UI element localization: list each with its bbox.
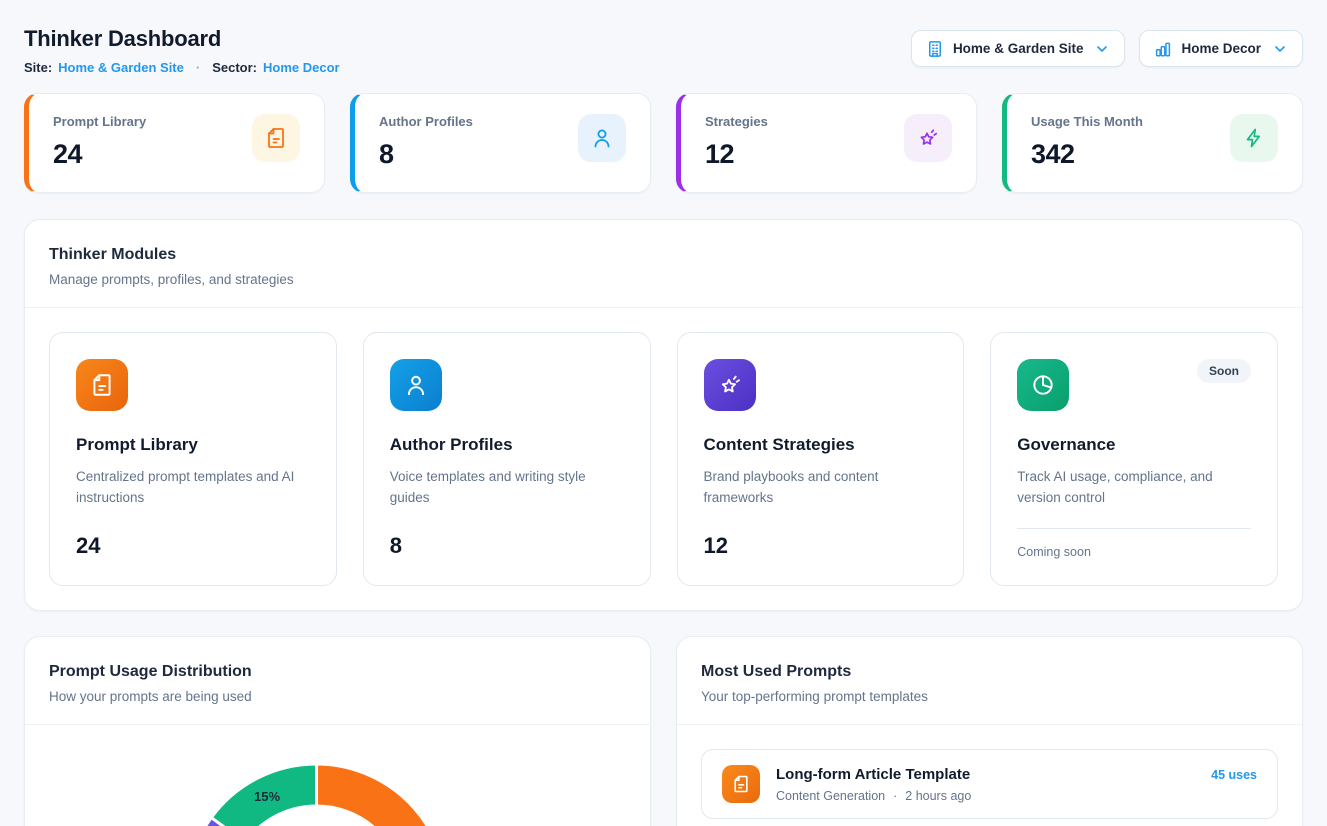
donut-segment-label: 15% (254, 789, 280, 804)
usage-panel-title: Prompt Usage Distribution (49, 663, 626, 681)
document-icon (76, 359, 128, 411)
module-card-author-profiles[interactable]: Author Profiles Voice templates and writ… (363, 332, 651, 586)
most-used-prompts-panel: Most Used Prompts Your top-performing pr… (676, 636, 1303, 826)
document-icon (252, 114, 300, 162)
thinker-modules-panel: Thinker Modules Manage prompts, profiles… (24, 219, 1303, 611)
module-card-content-strategies[interactable]: Content Strategies Brand playbooks and c… (677, 332, 965, 586)
modules-header: Thinker Modules Manage prompts, profiles… (25, 220, 1302, 308)
stat-label: Prompt Library (53, 114, 146, 129)
stat-value: 12 (705, 139, 768, 170)
modules-subtitle: Manage prompts, profiles, and strategies (49, 272, 1278, 287)
donut-segment (317, 764, 447, 826)
prompts-panel-header: Most Used Prompts Your top-performing pr… (677, 637, 1302, 725)
module-count: 24 (76, 533, 310, 559)
sector-selector-button[interactable]: Home Decor (1139, 30, 1303, 67)
sparkle-star-icon (904, 114, 952, 162)
stat-card-usage: Usage This Month 342 (1002, 93, 1303, 193)
prompt-title: Long-form Article Template (776, 766, 1195, 783)
header-left: Thinker Dashboard Site: Home & Garden Si… (24, 24, 340, 75)
usage-distribution-panel: Prompt Usage Distribution How your promp… (24, 636, 651, 826)
stat-card-strategies: Strategies 12 (676, 93, 977, 193)
module-title: Author Profiles (390, 435, 624, 455)
pie-chart-icon (1017, 359, 1069, 411)
site-selector-label: Home & Garden Site (953, 41, 1084, 56)
stat-card-author-profiles: Author Profiles 8 (350, 93, 651, 193)
stat-value: 342 (1031, 139, 1143, 170)
site-link[interactable]: Home & Garden Site (58, 60, 184, 75)
module-description: Track AI usage, compliance, and version … (1017, 467, 1251, 509)
stat-label: Author Profiles (379, 114, 473, 129)
prompt-category: Content Generation (776, 789, 885, 803)
donut-chart: 15% (25, 725, 650, 826)
sector-link[interactable]: Home Decor (263, 60, 340, 75)
stat-label: Usage This Month (1031, 114, 1143, 129)
soon-badge: Soon (1197, 359, 1251, 383)
site-selector-button[interactable]: Home & Garden Site (911, 30, 1126, 67)
header-selectors: Home & Garden Site Home Decor (911, 30, 1303, 67)
stat-label: Strategies (705, 114, 768, 129)
coming-soon-text: Coming soon (1017, 545, 1251, 559)
module-title: Content Strategies (704, 435, 938, 455)
page-title: Thinker Dashboard (24, 26, 340, 52)
stats-row: Prompt Library 24 Author Profiles 8 (24, 93, 1303, 193)
site-label: Site: (24, 60, 52, 75)
usage-panel-header: Prompt Usage Distribution How your promp… (25, 637, 650, 725)
user-icon (578, 114, 626, 162)
module-description: Brand playbooks and content frameworks (704, 467, 938, 509)
user-icon (390, 359, 442, 411)
module-count: 8 (390, 533, 624, 559)
usage-panel-subtitle: How your prompts are being used (49, 689, 626, 704)
modules-grid: Prompt Library Centralized prompt templa… (25, 308, 1302, 610)
prompt-time: 2 hours ago (905, 789, 971, 803)
lightning-icon (1230, 114, 1278, 162)
thinker-dashboard-app: Thinker Dashboard Site: Home & Garden Si… (0, 0, 1327, 826)
bar-chart-icon (1154, 40, 1172, 58)
module-title: Governance (1017, 435, 1251, 455)
stat-value: 8 (379, 139, 473, 170)
prompts-panel-title: Most Used Prompts (701, 663, 1278, 681)
donut-chart-svg: 15% (25, 725, 608, 826)
prompts-panel-subtitle: Your top-performing prompt templates (701, 689, 1278, 704)
stat-card-prompt-library: Prompt Library 24 (24, 93, 325, 193)
module-card-governance[interactable]: Soon Governance Track AI usage, complian… (990, 332, 1278, 586)
chevron-down-icon (1094, 41, 1110, 57)
divider (1017, 528, 1251, 529)
page-header: Thinker Dashboard Site: Home & Garden Si… (24, 24, 1303, 75)
sparkle-star-icon (704, 359, 756, 411)
bottom-row: Prompt Usage Distribution How your promp… (24, 636, 1303, 826)
breadcrumb: Site: Home & Garden Site · Sector: Home … (24, 60, 340, 75)
prompt-uses-count: 45 uses (1211, 768, 1257, 782)
prompt-list-item[interactable]: Long-form Article Template Content Gener… (701, 749, 1278, 819)
meta-separator: · (190, 60, 206, 75)
document-icon (722, 765, 760, 803)
module-description: Voice templates and writing style guides (390, 467, 624, 509)
prompts-list: Long-form Article Template Content Gener… (677, 725, 1302, 826)
sector-label: Sector: (212, 60, 257, 75)
chevron-down-icon (1272, 41, 1288, 57)
modules-title: Thinker Modules (49, 246, 1278, 264)
meta-separator: · (893, 789, 897, 803)
module-count: 12 (704, 533, 938, 559)
building-icon (926, 40, 944, 58)
module-card-prompt-library[interactable]: Prompt Library Centralized prompt templa… (49, 332, 337, 586)
sector-selector-label: Home Decor (1181, 41, 1261, 56)
stat-value: 24 (53, 139, 146, 170)
module-title: Prompt Library (76, 435, 310, 455)
module-description: Centralized prompt templates and AI inst… (76, 467, 310, 509)
